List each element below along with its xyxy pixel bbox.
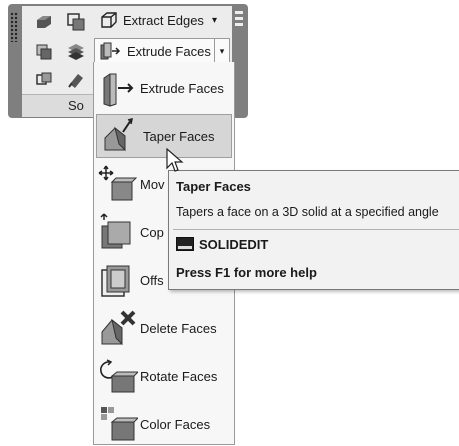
extract-edges-button[interactable]: Extract Edges ▾ bbox=[96, 9, 221, 31]
taper-faces-icon bbox=[104, 117, 133, 152]
menu-item-color-faces[interactable]: Color Faces bbox=[94, 402, 234, 446]
menu-item-taper-faces[interactable]: Taper Faces bbox=[96, 114, 232, 158]
menu-item-extrude-faces[interactable]: Extrude Faces bbox=[94, 66, 234, 110]
extrude-faces-icon bbox=[103, 73, 134, 107]
extrude-faces-split-button[interactable]: Extrude Faces ▾ bbox=[94, 38, 230, 64]
union-icon[interactable] bbox=[34, 12, 54, 32]
tooltip-title: Taper Faces bbox=[176, 179, 251, 194]
tooltip-command-name: SOLIDEDIT bbox=[199, 237, 269, 252]
menu-item-label: Offs bbox=[140, 272, 164, 288]
move-faces-icon bbox=[98, 165, 138, 201]
panel-grip-handle[interactable] bbox=[10, 12, 18, 42]
tooltip-description: Tapers a face on a 3D solid at a specifi… bbox=[176, 205, 439, 219]
menu-item-delete-faces[interactable]: Delete Faces bbox=[94, 306, 234, 350]
extract-edges-icon bbox=[101, 12, 117, 28]
mouse-pointer-icon bbox=[166, 148, 184, 172]
extract-edges-label: Extract Edges bbox=[123, 12, 204, 28]
slice-icon[interactable] bbox=[66, 42, 86, 62]
separate-icon[interactable] bbox=[34, 70, 54, 90]
delete-faces-icon bbox=[101, 310, 136, 346]
menu-item-label: Extrude Faces bbox=[140, 80, 224, 96]
tooltip-divider bbox=[173, 229, 459, 230]
menu-item-label: Delete Faces bbox=[140, 320, 217, 336]
rotate-faces-icon bbox=[100, 359, 138, 393]
menu-item-rotate-faces[interactable]: Rotate Faces bbox=[94, 354, 234, 398]
tooltip-help-hint: Press F1 for more help bbox=[176, 265, 317, 280]
extrude-faces-small-icon bbox=[100, 42, 121, 60]
menu-item-label: Rotate Faces bbox=[140, 368, 218, 384]
shell-icon[interactable] bbox=[66, 70, 86, 90]
copy-faces-icon bbox=[100, 213, 131, 249]
interfere-icon[interactable] bbox=[34, 42, 54, 62]
menu-item-label: Cop bbox=[140, 224, 164, 240]
extrude-faces-dropdown-arrow[interactable]: ▾ bbox=[214, 39, 229, 63]
subtract-icon[interactable] bbox=[66, 12, 86, 32]
extract-edges-dropdown-icon[interactable]: ▾ bbox=[212, 15, 217, 26]
offset-faces-icon bbox=[101, 265, 130, 297]
panel-pin-icon[interactable] bbox=[234, 8, 244, 48]
menu-item-label: Mov bbox=[140, 176, 165, 192]
command-line-icon bbox=[176, 237, 194, 251]
color-faces-icon bbox=[101, 407, 138, 441]
taper-faces-tooltip: Taper Faces Tapers a face on a 3D solid … bbox=[168, 170, 459, 290]
menu-item-label: Taper Faces bbox=[143, 128, 215, 144]
menu-item-label: Color Faces bbox=[140, 416, 211, 432]
panel-title: So bbox=[68, 98, 84, 113]
extrude-faces-label: Extrude Faces bbox=[127, 43, 211, 59]
